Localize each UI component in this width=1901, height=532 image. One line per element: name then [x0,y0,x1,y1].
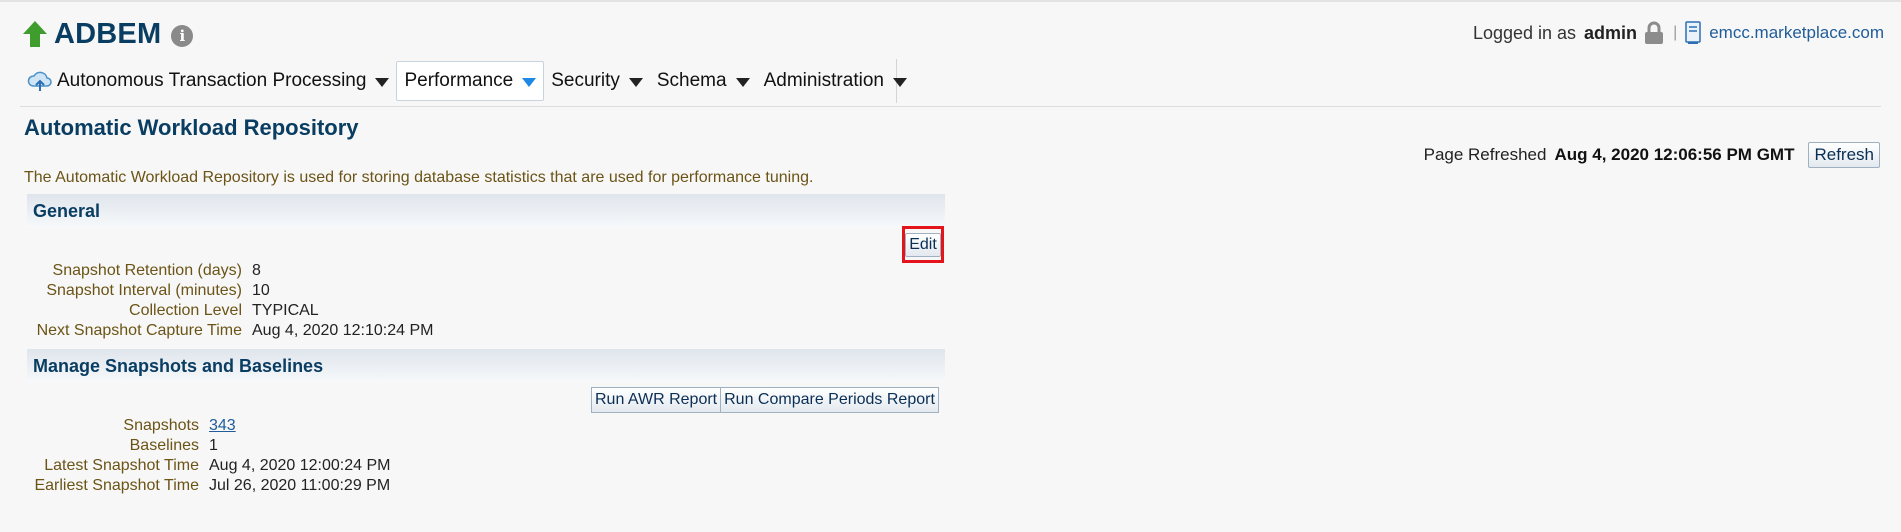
property-value: 8 [252,262,261,279]
nav-divider [20,106,1881,107]
property-value: TYPICAL [252,302,319,319]
dropdown-arrow-icon [522,78,537,87]
property-row: Earliest Snapshot Time Jul 26, 2020 11:0… [30,476,390,496]
property-label: Latest Snapshot Time [44,457,199,474]
nav-label: Autonomous Transaction Processing [57,70,367,91]
snapshots-section-header: Manage Snapshots and Baselines [27,349,945,383]
property-label: Next Snapshot Capture Time [36,322,242,339]
property-row: Latest Snapshot Time Aug 4, 2020 12:00:2… [30,456,390,476]
nav-label: Performance [404,70,514,91]
nav-security[interactable]: Security [544,62,650,100]
general-section-header: General [27,194,945,228]
nav-performance[interactable]: Performance [396,61,545,101]
refresh-button[interactable]: Refresh [1808,142,1880,168]
property-row: Next Snapshot Capture Time Aug 4, 2020 1… [30,321,434,341]
nav-autonomous-transaction-processing[interactable]: Autonomous Transaction Processing [20,62,396,100]
top-border [0,0,1901,2]
database-name[interactable]: ADBEM [54,18,161,51]
dropdown-arrow-icon [628,78,643,87]
host-link[interactable]: emcc.marketplace.com [1709,23,1884,43]
report-button-group: Run AWR Report Run Compare Periods Repor… [591,387,939,413]
edit-highlight: Edit [902,226,944,263]
property-label: Snapshots [123,417,199,434]
server-icon [1685,21,1701,44]
page-refreshed-time: Aug 4, 2020 12:06:56 PM GMT [1554,145,1795,164]
property-value: Aug 4, 2020 12:00:24 PM [209,457,391,474]
property-row: Collection Level TYPICAL [30,301,433,321]
run-awr-report-button[interactable]: Run AWR Report [591,387,722,413]
cloud-icon [27,71,52,91]
page-description: The Automatic Workload Repository is use… [24,169,814,186]
property-value: 10 [252,282,270,299]
property-row: Snapshot Retention (days) 8 [30,261,433,281]
logged-in-label: Logged in as [1472,22,1577,43]
nav-administration[interactable]: Administration [757,62,914,100]
page-refreshed-label: Page Refreshed [1423,145,1547,164]
property-row: Baselines 1 [30,436,390,456]
snapshot-properties: Snapshots 343 Baselines 1 Latest Snapsho… [30,416,390,496]
dropdown-arrow-icon [892,78,907,87]
main-nav: Autonomous Transaction Processing Perfor… [20,59,907,103]
snapshots-count-link[interactable]: 343 [209,416,236,436]
run-compare-periods-report-button[interactable]: Run Compare Periods Report [721,387,939,413]
property-label: Baselines [129,437,199,454]
lock-icon [1645,21,1664,44]
username[interactable]: admin [1584,23,1637,44]
target-header: ADBEM i [22,16,194,52]
general-properties: Snapshot Retention (days) 8 Snapshot Int… [30,261,434,341]
page-refresh-info: Page Refreshed Aug 4, 2020 12:06:56 PM G… [1424,142,1880,168]
property-row: Snapshot Interval (minutes) 10 [30,281,433,301]
info-icon[interactable]: i [171,25,194,47]
dropdown-arrow-icon [735,78,750,87]
property-label: Collection Level [129,302,242,319]
user-info: Logged in as admin | emcc.marketplace.co… [1473,19,1884,47]
edit-button[interactable]: Edit [905,232,941,257]
property-row: Snapshots 343 [30,416,390,436]
nav-label: Schema [656,70,727,91]
nav-label: Administration [763,70,884,91]
property-value: 1 [209,437,218,454]
separator: | [1673,24,1678,41]
up-status-icon [23,21,47,47]
nav-label: Security [551,70,620,91]
page-title: Automatic Workload Repository [24,115,359,140]
dropdown-arrow-icon [375,78,390,87]
property-label: Snapshot Interval (minutes) [46,282,242,299]
property-value: Aug 4, 2020 12:10:24 PM [252,322,434,339]
nav-schema[interactable]: Schema [650,62,757,100]
property-label: Earliest Snapshot Time [34,477,199,494]
property-label: Snapshot Retention (days) [52,262,242,279]
property-value: Jul 26, 2020 11:00:29 PM [209,477,391,494]
